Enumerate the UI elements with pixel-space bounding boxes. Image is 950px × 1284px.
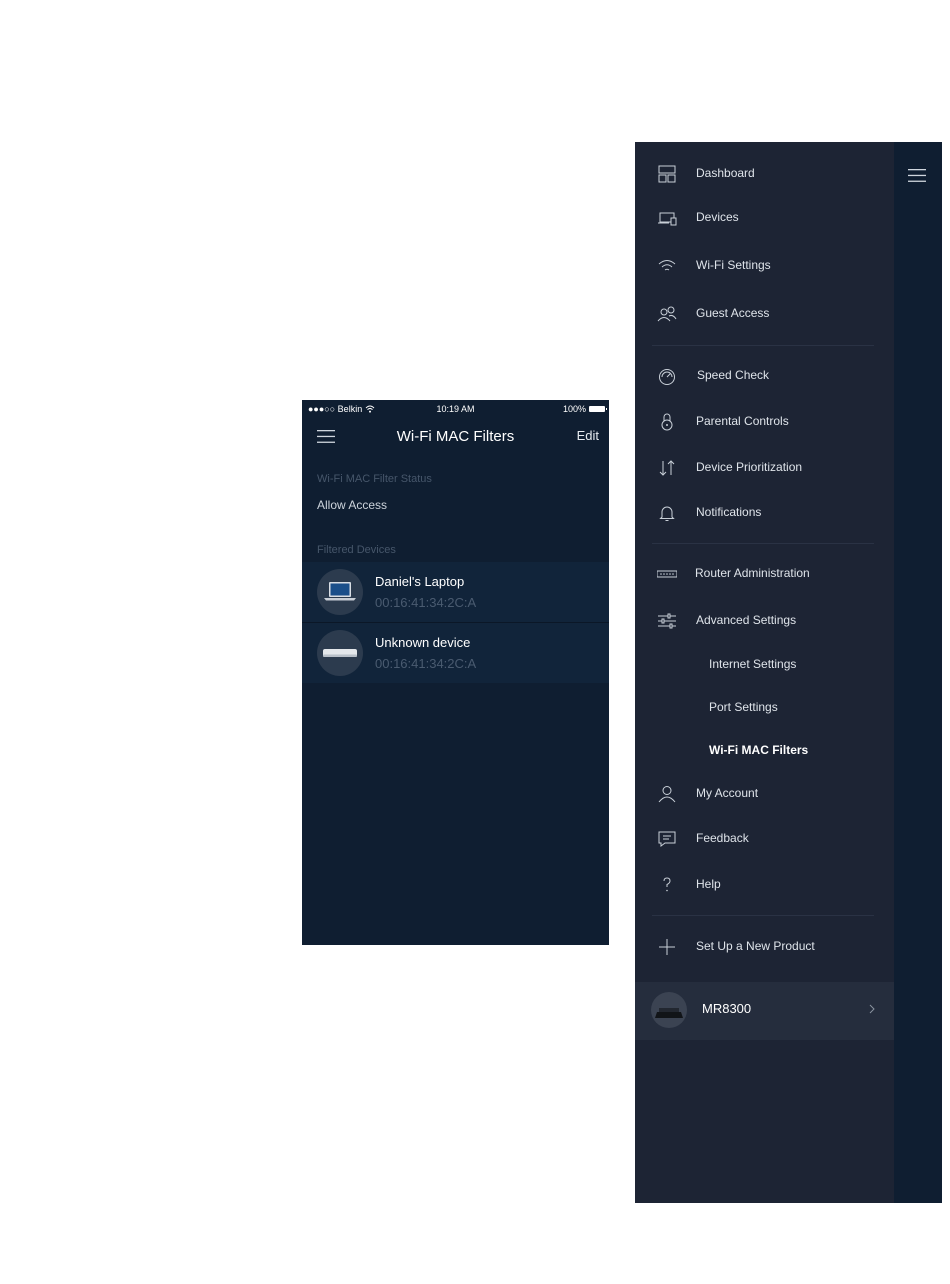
phone-screen: ●●●○○ Belkin 10:19 AM 100% Wi-Fi MAC Fil… — [302, 400, 609, 945]
menu-item-help[interactable]: Help — [635, 870, 894, 900]
device-mac: 00:16:41:34:2C:A — [375, 656, 477, 671]
page-title: Wi-Fi MAC Filters — [396, 428, 515, 445]
menu-item-label: Speed Check — [697, 368, 770, 382]
device-row-laptop[interactable]: Daniel's Laptop 00:16:41:34:2C:A — [302, 562, 609, 622]
device-row-unknown[interactable]: Unknown device 00:16:41:34:2C:A — [302, 623, 609, 683]
dashboard-icon — [658, 165, 676, 183]
plus-icon — [659, 939, 675, 955]
laptop-icon — [324, 582, 356, 601]
menu-item-dashboard[interactable]: Dashboard — [635, 159, 894, 189]
submenu-item-wifi-mac-filters[interactable]: Wi-Fi MAC Filters — [709, 743, 808, 757]
chevron-right-icon — [869, 1004, 875, 1014]
nav-drawer: Dashboard Devices Wi-Fi Settings Guest A… — [635, 142, 894, 1203]
status-bar: ●●●○○ Belkin 10:19 AM 100% — [302, 400, 609, 417]
menu-item-label: Set Up a New Product — [696, 939, 815, 953]
menu-item-label: Wi-Fi Settings — [696, 258, 771, 272]
submenu-item-internet-settings[interactable]: Internet Settings — [709, 657, 796, 671]
menu-divider — [652, 345, 874, 346]
menu-item-label: Dashboard — [696, 166, 755, 180]
menu-item-router-administration[interactable]: Router Administration — [635, 559, 894, 589]
chat-icon — [658, 831, 676, 847]
battery-indicator: 100% — [562, 404, 607, 414]
product-thumbnail — [651, 992, 687, 1028]
nav-bar: Wi-Fi MAC Filters Edit — [302, 417, 609, 457]
menu-item-label: Devices — [696, 210, 739, 224]
filter-status-value[interactable]: Allow Access — [317, 498, 387, 512]
product-row[interactable]: MR8300 — [635, 982, 894, 1040]
menu-item-label: Feedback — [696, 831, 749, 845]
submenu-item-port-settings[interactable]: Port Settings — [709, 700, 778, 714]
filtered-devices-label: Filtered Devices — [317, 544, 396, 556]
guest-access-icon — [657, 306, 677, 322]
lock-icon — [661, 413, 673, 431]
question-icon — [663, 877, 671, 892]
menu-item-label: Parental Controls — [696, 414, 789, 428]
menu-item-label: Help — [696, 877, 721, 891]
menu-item-label: My Account — [696, 786, 759, 800]
menu-item-my-account[interactable]: My Account — [635, 779, 894, 809]
menu-item-label: Device Prioritization — [696, 460, 803, 474]
menu-divider — [652, 915, 874, 916]
device-name: Unknown device — [375, 635, 471, 650]
filter-status-label: Wi-Fi MAC Filter Status — [317, 473, 432, 485]
menu-item-label: Notifications — [696, 505, 762, 519]
wifi-icon — [658, 260, 676, 271]
devices-icon — [658, 212, 677, 226]
bell-icon — [659, 506, 675, 521]
battery-icon — [589, 406, 607, 412]
menu-item-label: Router Administration — [695, 566, 810, 580]
device-avatar — [317, 630, 363, 676]
menu-item-label: Guest Access — [696, 306, 770, 320]
device-name: Daniel's Laptop — [375, 574, 465, 589]
menu-item-devices[interactable]: Devices — [635, 203, 894, 233]
battery-percent: 100% — [562, 404, 586, 414]
hamburger-menu-icon[interactable] — [908, 169, 926, 182]
menu-item-parental-controls[interactable]: Parental Controls — [635, 407, 894, 437]
menu-item-set-up-new-product[interactable]: Set Up a New Product — [635, 932, 894, 962]
unknown-device-icon — [323, 649, 357, 657]
product-name: MR8300 — [702, 1001, 752, 1016]
device-avatar — [317, 569, 363, 615]
menu-item-notifications[interactable]: Notifications — [635, 498, 894, 528]
menu-item-wifi-settings[interactable]: Wi-Fi Settings — [635, 251, 894, 281]
user-icon — [658, 786, 676, 803]
router-icon — [657, 570, 677, 578]
router-product-icon — [655, 1008, 683, 1018]
menu-item-guest-access[interactable]: Guest Access — [635, 299, 894, 329]
up-down-arrows-icon — [659, 460, 675, 476]
sliders-icon — [658, 613, 676, 629]
menu-item-device-prioritization[interactable]: Device Prioritization — [635, 453, 894, 483]
menu-item-advanced-settings[interactable]: Advanced Settings — [635, 606, 894, 636]
menu-item-feedback[interactable]: Feedback — [635, 824, 894, 854]
speedometer-icon — [659, 369, 675, 385]
menu-divider — [652, 543, 874, 544]
menu-item-label: Advanced Settings — [696, 613, 797, 627]
edit-button[interactable]: Edit — [577, 428, 599, 443]
menu-item-speed-check[interactable]: Speed Check — [635, 361, 894, 391]
device-mac: 00:16:41:34:2C:A — [375, 595, 477, 610]
